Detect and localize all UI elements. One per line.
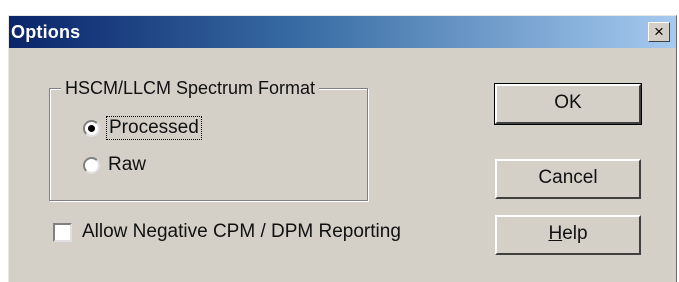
cancel-button[interactable]: Cancel	[495, 159, 641, 199]
radio-processed-indicator[interactable]	[83, 119, 100, 137]
radio-raw-indicator[interactable]	[83, 156, 100, 174]
radio-processed-label[interactable]: Processed	[106, 116, 202, 140]
radio-raw[interactable]: Raw	[83, 152, 146, 178]
radio-raw-label[interactable]: Raw	[108, 154, 146, 176]
ok-button[interactable]: OK	[494, 83, 642, 125]
spectrum-format-groupbox	[49, 88, 368, 201]
dialog-title: Options	[11, 22, 81, 42]
allow-negative-checkbox-label[interactable]: Allow Negative CPM / DPM Reporting	[82, 221, 401, 243]
radio-processed[interactable]: Processed	[83, 115, 202, 141]
allow-negative-checkbox-row[interactable]: Allow Negative CPM / DPM Reporting	[53, 219, 401, 245]
allow-negative-checkbox[interactable]	[53, 222, 72, 242]
options-dialog: Options × HSCM/LLCM Spectrum Format Proc…	[8, 15, 677, 282]
help-button[interactable]: Help	[495, 215, 641, 255]
spectrum-format-group-label: HSCM/LLCM Spectrum Format	[61, 77, 320, 99]
close-button[interactable]: ×	[648, 22, 670, 42]
radio-selected-dot	[88, 124, 95, 132]
close-icon: ×	[654, 22, 664, 41]
title-bar[interactable]: Options ×	[9, 16, 676, 48]
